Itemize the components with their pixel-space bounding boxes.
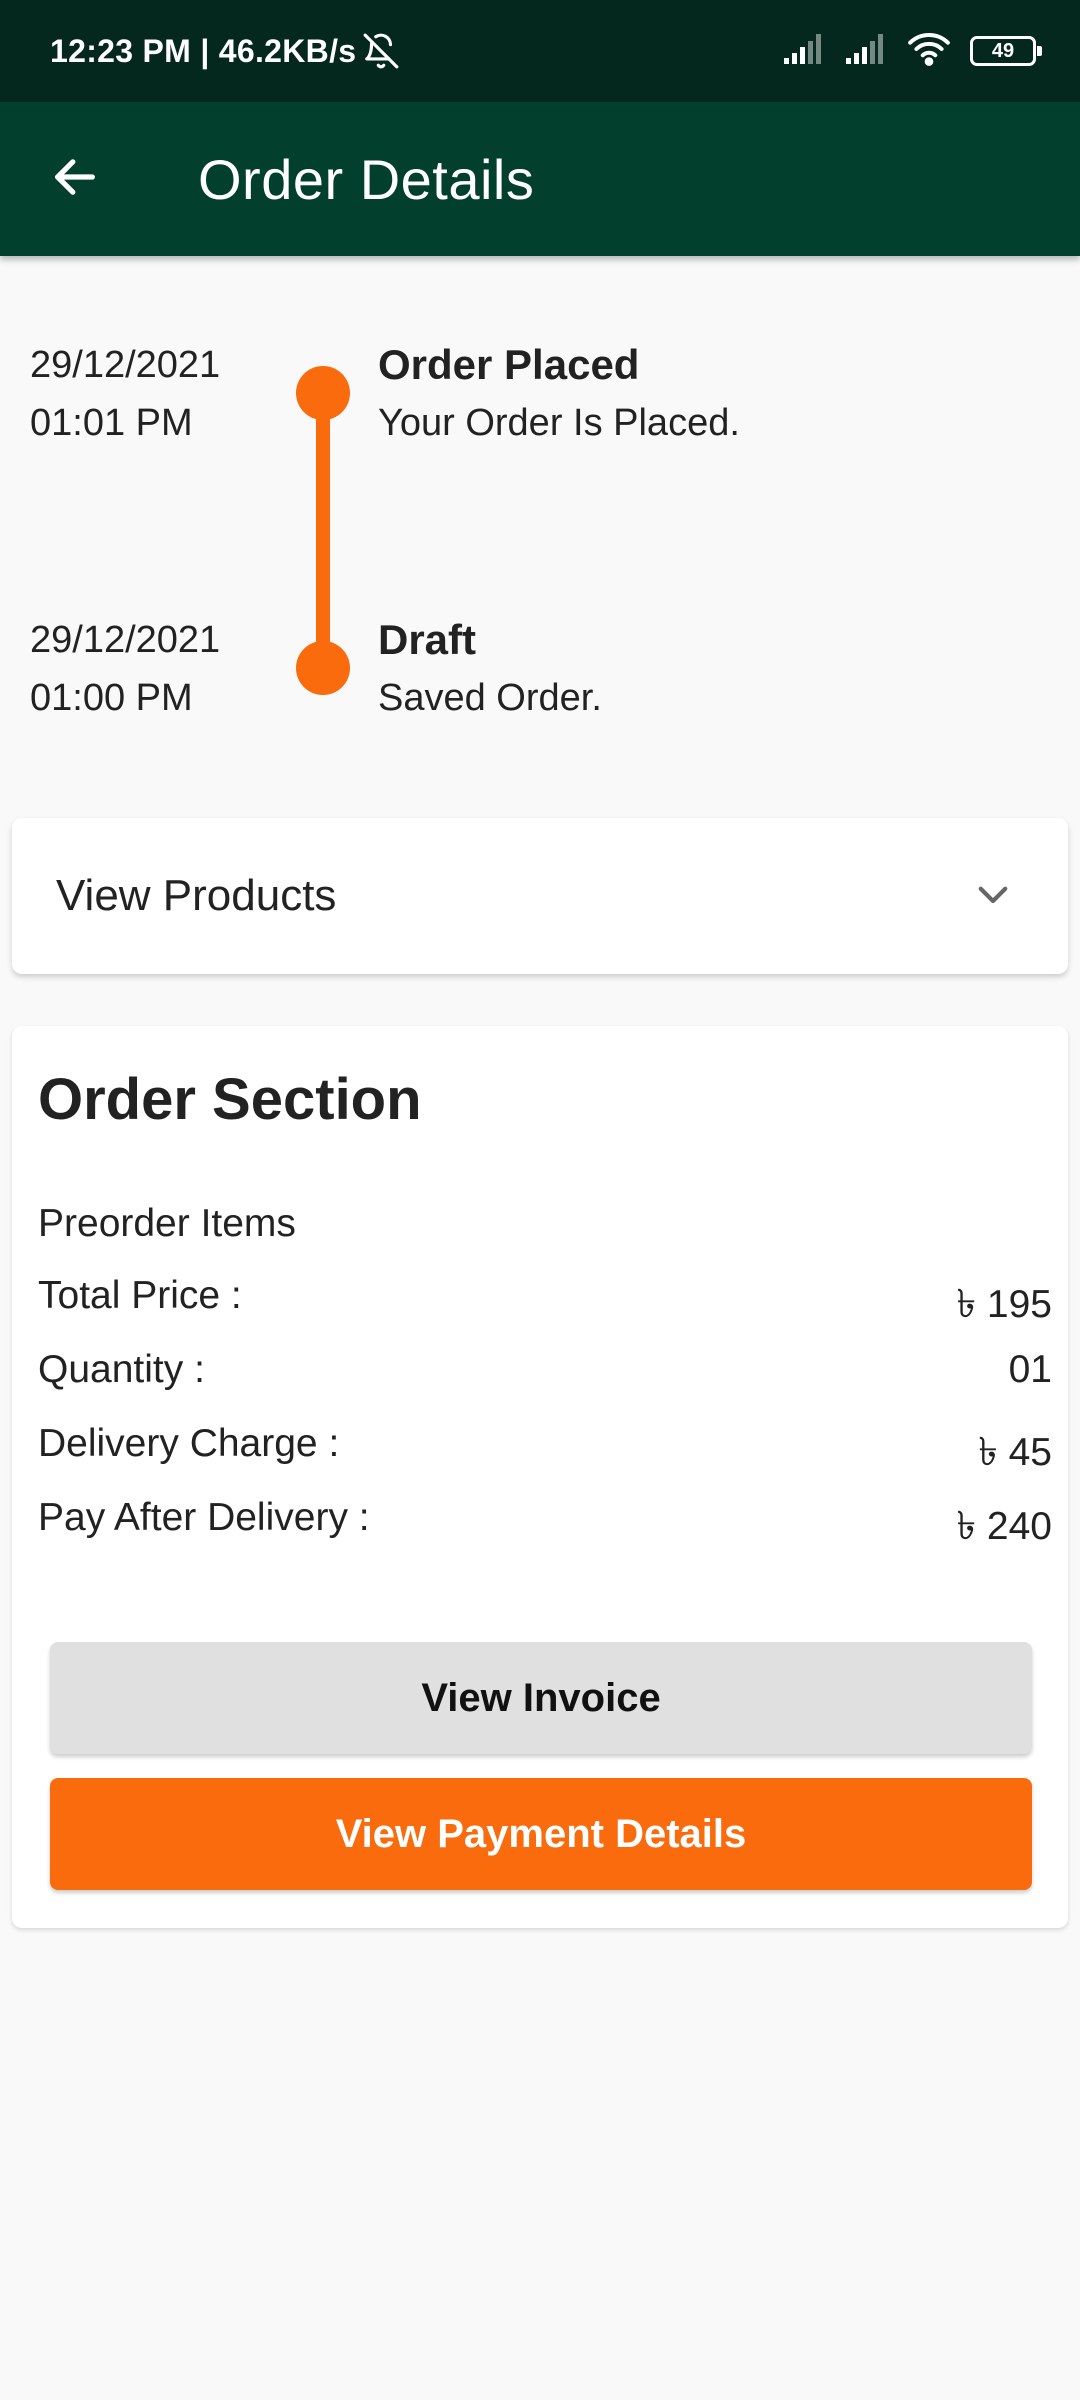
timeline-date-1: 29/12/2021 01:01 PM [30, 336, 220, 452]
timeline-time: 01:00 PM [30, 677, 193, 719]
battery-level: 49 [991, 39, 1015, 62]
timeline-date: 29/12/2021 [30, 344, 221, 386]
pay-after-delivery-row: Pay After Delivery : ৳ 240 [38, 1496, 1052, 1561]
timeline-entry-1: Order Placed Your Order Is Placed. [378, 336, 740, 452]
order-section-card: Order Section Preorder Items Total Price… [12, 1026, 1068, 1928]
row-value: ৳ 195 [956, 1283, 1052, 1326]
back-button[interactable] [0, 102, 150, 256]
timeline-entry-2: Draft Saved Order. [378, 611, 602, 727]
order-timeline: 29/12/2021 01:01 PM Order Placed Your Or… [0, 256, 1080, 796]
row-value: ৳ 240 [956, 1505, 1052, 1548]
timeline-desc: Saved Order. [378, 677, 602, 719]
page-title: Order Details [198, 147, 535, 211]
app-bar: Order Details [0, 102, 1080, 256]
order-section-title: Order Section [38, 1067, 422, 1132]
status-right: 49 [782, 31, 1042, 72]
timeline-connector [316, 392, 330, 668]
total-price-row: Total Price : ৳ 195 [38, 1274, 1052, 1339]
signal-icon-1 [782, 32, 826, 71]
timeline-dot [296, 366, 350, 420]
delivery-charge-row: Delivery Charge : ৳ 45 [38, 1422, 1052, 1487]
wifi-icon [906, 31, 952, 72]
timeline-title: Draft [378, 616, 477, 663]
timeline-date-2: 29/12/2021 01:00 PM [30, 611, 220, 727]
view-products-label: View Products [56, 871, 337, 920]
timeline-title: Order Placed [378, 341, 640, 388]
preorder-items-label: Preorder Items [38, 1202, 296, 1245]
signal-icon-2 [844, 32, 888, 71]
row-label: Pay After Delivery : [38, 1496, 370, 1539]
view-products-expander[interactable]: View Products [12, 818, 1068, 974]
timeline-desc: Your Order Is Placed. [378, 402, 740, 444]
row-value: ৳ 45 [978, 1431, 1052, 1474]
status-left: 12:23 PM | 46.2KB/s [50, 32, 400, 70]
view-payment-details-button[interactable]: View Payment Details [50, 1778, 1032, 1890]
timeline-time: 01:01 PM [30, 402, 193, 444]
view-invoice-button[interactable]: View Invoice [50, 1642, 1032, 1754]
timeline-date: 29/12/2021 [30, 619, 221, 661]
status-time-speed: 12:23 PM | 46.2KB/s [50, 32, 357, 69]
arrow-left-icon [49, 151, 101, 208]
battery-icon: 49 [970, 36, 1042, 66]
row-label: Delivery Charge : [38, 1422, 340, 1465]
chevron-down-icon [972, 873, 1014, 920]
row-value: 01 [1008, 1348, 1052, 1391]
timeline-dot [296, 641, 350, 695]
bell-muted-icon [362, 32, 400, 70]
row-label: Total Price : [38, 1274, 242, 1317]
quantity-row: Quantity : 01 [38, 1348, 1052, 1392]
row-label: Quantity : [38, 1348, 205, 1391]
status-bar: 12:23 PM | 46.2KB/s 49 [0, 0, 1080, 102]
